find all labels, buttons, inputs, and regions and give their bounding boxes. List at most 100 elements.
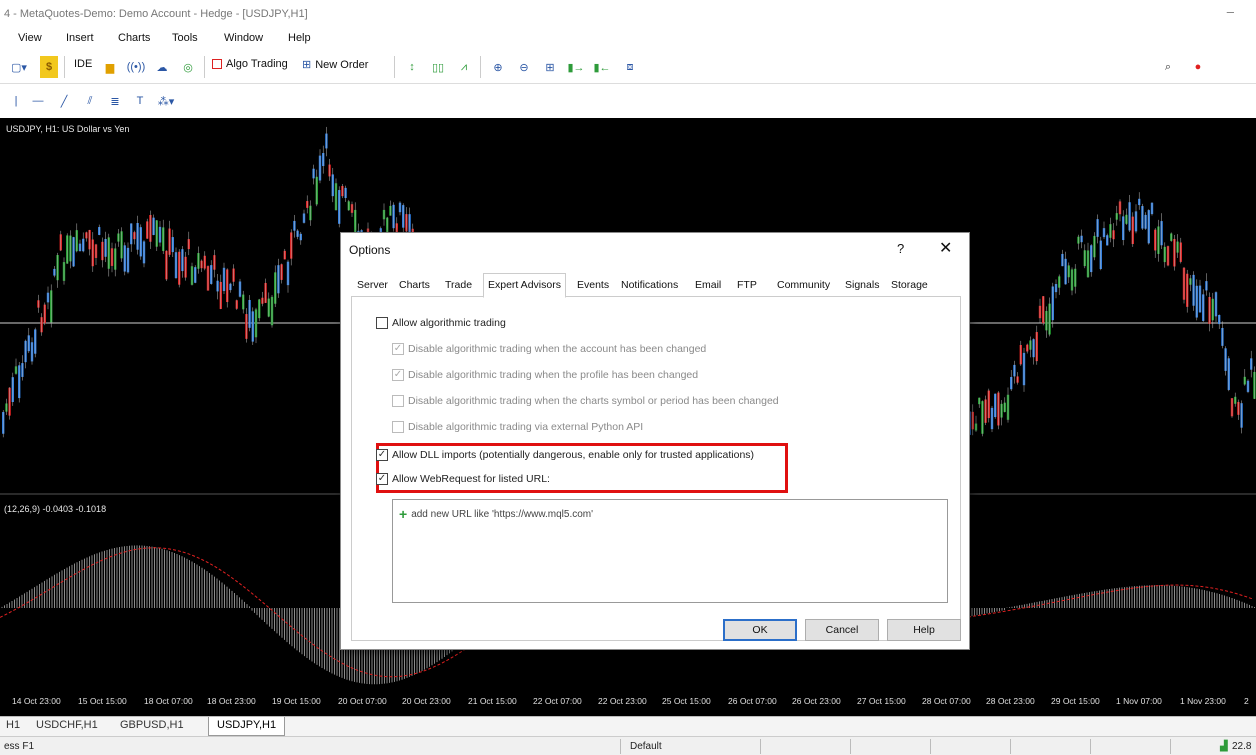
allow-dll-imports-checkbox[interactable]: ✓ Allow DLL imports (potentially dangero…	[376, 449, 754, 461]
option-label: Disable algorithmic trading via external…	[408, 421, 644, 433]
vertical-line-icon[interactable]: |	[8, 90, 24, 112]
dialog-title: Options	[349, 243, 391, 257]
menu-charts[interactable]: Charts	[118, 32, 150, 44]
folder-icon[interactable]: ▆	[100, 56, 120, 78]
new-order-icon: ⊞	[302, 59, 312, 71]
add-url-item[interactable]: + add new URL like 'https://www.mql5.com…	[399, 506, 593, 522]
title-bar: 4 - MetaQuotes-Demo: Demo Account - Hedg…	[0, 0, 1256, 28]
time-tick: 21 Oct 15:00	[468, 696, 517, 706]
time-tick: 1 Nov 07:00	[1116, 696, 1162, 706]
tab-trade[interactable]: Trade	[445, 279, 472, 291]
tab-events[interactable]: Events	[577, 279, 609, 291]
stop-icon	[212, 59, 222, 69]
trendline-icon[interactable]: ╱	[56, 90, 72, 112]
zoom-in-icon[interactable]: ⊕	[488, 56, 508, 78]
status-bar: ess F1 Default ▟ 22.8	[0, 736, 1256, 755]
tab-ftp[interactable]: FTP	[737, 279, 757, 291]
time-tick: 28 Oct 07:00	[922, 696, 971, 706]
fibonacci-icon[interactable]: ≣	[106, 90, 124, 112]
time-tick: 22 Oct 23:00	[598, 696, 647, 706]
allow-algo-trading-checkbox[interactable]: Allow algorithmic trading	[376, 317, 506, 329]
tab-community[interactable]: Community	[777, 279, 830, 291]
tab-server[interactable]: Server	[357, 279, 388, 291]
market-icon[interactable]: $	[40, 56, 58, 78]
strategy-icon[interactable]: ◎	[178, 56, 198, 78]
connection-icon: ▟	[1220, 741, 1228, 752]
option-label: Disable algorithmic trading when the cha…	[408, 395, 779, 407]
notification-icon[interactable]: ●	[1188, 56, 1208, 78]
autoscroll-icon[interactable]: ▮→	[566, 56, 586, 78]
menu-window[interactable]: Window	[224, 32, 263, 44]
checkbox-box[interactable]: ✓	[376, 473, 388, 485]
text-tool-icon[interactable]: T	[132, 90, 148, 112]
cancel-button[interactable]: Cancel	[805, 619, 879, 641]
line-chart-icon[interactable]: ⩘	[454, 56, 474, 78]
checkbox-box: ✓	[392, 343, 404, 355]
new-order-button[interactable]: ⊞ New Order	[302, 58, 368, 72]
time-tick: 1 Nov 23:00	[1180, 696, 1226, 706]
help-button[interactable]: Help	[887, 619, 961, 641]
algo-trading-button[interactable]: Algo Trading	[212, 58, 288, 70]
drawing-toolbar: | — ╱ ⫽ ≣ T ⁂▾	[0, 84, 1256, 118]
chart-tab-active[interactable]: USDJPY,H1	[208, 717, 286, 736]
bar-chart-icon[interactable]: ↕	[402, 56, 422, 78]
time-tick: 20 Oct 07:00	[338, 696, 387, 706]
url-list[interactable]: + add new URL like 'https://www.mql5.com…	[392, 499, 948, 603]
menu-insert[interactable]: Insert	[66, 32, 94, 44]
search-icon[interactable]: ⌕	[1158, 56, 1178, 78]
checkbox-box[interactable]	[376, 317, 388, 329]
tab-charts[interactable]: Charts	[399, 279, 430, 291]
horizontal-line-icon[interactable]: —	[30, 90, 46, 112]
chart-tab[interactable]: GBPUSD,H1	[120, 719, 184, 731]
time-tick: 14 Oct 23:00	[12, 696, 61, 706]
chart-tab[interactable]: USDCHF,H1	[36, 719, 98, 731]
time-tick: 18 Oct 23:00	[207, 696, 256, 706]
tab-expert-advisors[interactable]: Expert Advisors	[483, 273, 566, 298]
minimize-button[interactable]: –	[1227, 4, 1234, 19]
new-chart-icon[interactable]: ▢▾	[4, 56, 34, 78]
status-signal: 22.8	[1232, 741, 1252, 752]
time-tick: 26 Oct 07:00	[728, 696, 777, 706]
checkbox-box: ✓	[392, 369, 404, 381]
chart-shift-icon[interactable]: ▮←	[592, 56, 612, 78]
status-help: ess F1	[4, 741, 35, 752]
cloud-icon[interactable]: ☁	[152, 56, 172, 78]
screenshot-icon[interactable]: ⧈	[620, 56, 640, 78]
dialog-help-button[interactable]: ?	[897, 241, 904, 256]
disable-on-account-change-checkbox: ✓ Disable algorithmic trading when the a…	[392, 343, 706, 355]
grid-icon[interactable]: ⊞	[540, 56, 560, 78]
ok-button[interactable]: OK	[723, 619, 797, 641]
window-title: 4 - MetaQuotes-Demo: Demo Account - Hedg…	[4, 8, 308, 20]
time-tick: 27 Oct 15:00	[857, 696, 906, 706]
tab-notifications[interactable]: Notifications	[621, 279, 678, 291]
tab-signals[interactable]: Signals	[845, 279, 879, 291]
chart-tab[interactable]: H1	[6, 719, 20, 731]
time-axis: 14 Oct 23:00 15 Oct 15:00 18 Oct 07:00 1…	[0, 690, 1256, 716]
ide-button[interactable]: IDE	[74, 58, 92, 70]
checkbox-box[interactable]: ✓	[376, 449, 388, 461]
menu-bar: View Insert Charts Tools Window Help	[0, 28, 1256, 50]
shapes-menu-icon[interactable]: ⁂▾	[154, 90, 178, 112]
zoom-out-icon[interactable]: ⊖	[514, 56, 534, 78]
signal-icon[interactable]: ((•))	[126, 56, 146, 78]
tab-email[interactable]: Email	[695, 279, 721, 291]
tab-storage[interactable]: Storage	[891, 279, 928, 291]
allow-webrequest-checkbox[interactable]: ✓ Allow WebRequest for listed URL:	[376, 473, 550, 485]
option-label: Disable algorithmic trading when the pro…	[408, 369, 699, 381]
menu-tools[interactable]: Tools	[172, 32, 198, 44]
time-tick: 29 Oct 15:00	[1051, 696, 1100, 706]
time-tick: 15 Oct 15:00	[78, 696, 127, 706]
menu-help[interactable]: Help	[288, 32, 311, 44]
channel-icon[interactable]: ⫽	[82, 90, 98, 112]
dialog-close-button[interactable]: ✕	[939, 238, 952, 258]
options-dialog: Options ? ✕ Server Charts Trade Expert A…	[340, 232, 970, 650]
time-tick: 26 Oct 23:00	[792, 696, 841, 706]
candle-chart-icon[interactable]: ▯▯	[428, 56, 448, 78]
status-profile: Default	[630, 741, 662, 752]
plus-icon: +	[399, 506, 408, 522]
time-tick: 19 Oct 15:00	[272, 696, 321, 706]
checkbox-box	[392, 395, 404, 407]
time-tick: 22 Oct 07:00	[533, 696, 582, 706]
menu-view[interactable]: View	[18, 32, 42, 44]
dialog-tabs: Server Charts Trade Expert Advisors Even…	[351, 273, 961, 298]
